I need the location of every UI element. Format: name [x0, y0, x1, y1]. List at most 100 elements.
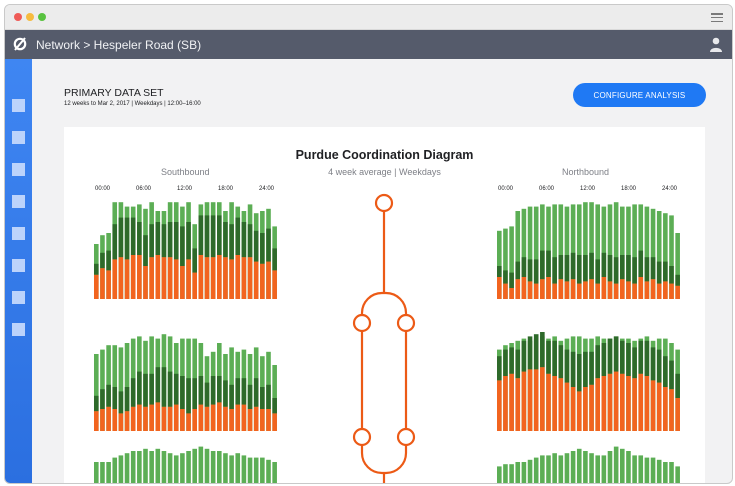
- bar-orange-segment: [663, 281, 668, 299]
- bar-orange-segment: [266, 409, 271, 431]
- bar-orange-segment: [663, 387, 668, 431]
- user-icon[interactable]: [709, 37, 723, 52]
- node-circle: [396, 427, 416, 447]
- bar-dark-segment: [583, 351, 588, 387]
- bar-dark-segment: [100, 389, 105, 409]
- bar-orange-segment: [540, 279, 545, 299]
- bar-dark-segment: [192, 248, 197, 273]
- bar-orange-segment: [223, 257, 228, 299]
- bar-dark-segment: [223, 222, 228, 258]
- bar-orange-segment: [601, 277, 607, 299]
- sidebar-item-1[interactable]: [12, 99, 25, 112]
- bar-orange-segment: [601, 376, 607, 431]
- breadcrumb[interactable]: Network > Hespeler Road (SB): [36, 38, 201, 52]
- bar-orange-segment: [527, 369, 533, 431]
- bar-total: [124, 453, 130, 483]
- bar-dark-segment: [161, 224, 167, 258]
- bar-dark-segment: [112, 224, 118, 260]
- bar-dark-segment: [638, 250, 644, 277]
- bar-orange-segment: [656, 283, 662, 299]
- node-circle: [374, 193, 394, 213]
- bar-orange-segment: [650, 380, 656, 431]
- bar-dark-segment: [515, 349, 521, 379]
- bar-total: [253, 457, 259, 483]
- bar-dark-segment: [669, 266, 674, 284]
- bar-dark-segment: [509, 347, 514, 374]
- bar-total: [186, 451, 191, 483]
- bar-total: [515, 462, 521, 483]
- sidebar-item-6[interactable]: [12, 259, 25, 272]
- sidebar-item-2[interactable]: [12, 131, 25, 144]
- bar-dark-segment: [595, 259, 600, 284]
- dataset-subtitle: 12 weeks to Mar 2, 2017 | Weekdays | 12:…: [64, 101, 201, 107]
- bar-dark-segment: [118, 217, 124, 258]
- close-window-button[interactable]: [14, 13, 22, 21]
- bar-orange-segment: [161, 406, 167, 431]
- bar-total: [229, 455, 234, 483]
- node-circle: [396, 313, 416, 333]
- bar-dark-segment: [192, 378, 197, 409]
- bar-total: [143, 448, 148, 483]
- bar-dark-segment: [613, 257, 619, 284]
- sidebar-item-3[interactable]: [12, 163, 25, 176]
- bar-orange-segment: [149, 257, 154, 299]
- bar-dark-segment: [589, 252, 594, 280]
- bar-total: [130, 451, 136, 483]
- minimize-window-button[interactable]: [26, 13, 34, 21]
- bar-total: [626, 451, 631, 483]
- bar-orange-segment: [192, 272, 197, 299]
- bar-orange-segment: [112, 409, 118, 431]
- bar-orange-segment: [247, 257, 253, 299]
- bar-total: [149, 451, 154, 483]
- bar-orange-segment: [118, 413, 124, 431]
- bar-orange-segment: [595, 283, 600, 299]
- bar-orange-segment: [632, 283, 637, 299]
- bar-orange-segment: [167, 257, 173, 299]
- bar-total: [650, 457, 656, 483]
- bar-total: [552, 453, 557, 483]
- bar-dark-segment: [650, 257, 656, 280]
- sidebar-item-7[interactable]: [12, 291, 25, 304]
- node-circle: [352, 427, 372, 447]
- bar-orange-segment: [180, 266, 185, 299]
- app-logo-icon[interactable]: [12, 36, 28, 52]
- bar-orange-segment: [106, 406, 111, 431]
- bar-total: [118, 455, 124, 483]
- bar-dark-segment: [570, 351, 576, 387]
- app-window: Network > Hespeler Road (SB) PRIMARY DAT…: [4, 4, 733, 484]
- bar-orange-segment: [583, 281, 588, 299]
- bar-dark-segment: [533, 334, 539, 370]
- bar-orange-segment: [229, 259, 234, 299]
- bar-dark-segment: [527, 336, 533, 370]
- bar-orange-segment: [223, 406, 228, 431]
- maximize-window-button[interactable]: [38, 13, 46, 21]
- bar-orange-segment: [515, 378, 521, 431]
- bar-total: [675, 466, 680, 483]
- hamburger-menu-icon[interactable]: [711, 13, 723, 23]
- bar-total: [497, 466, 502, 483]
- bar-dark-segment: [130, 217, 136, 255]
- node-circle: [352, 313, 372, 333]
- bar-dark-segment: [552, 340, 557, 376]
- configure-analysis-button[interactable]: CONFIGURE ANALYSIS: [573, 83, 706, 107]
- bar-total: [180, 453, 185, 483]
- bar-dark-segment: [180, 376, 185, 409]
- bar-total: [173, 455, 179, 483]
- bar-orange-segment: [564, 382, 570, 431]
- bar-total: [100, 462, 105, 483]
- bar-dark-segment: [527, 259, 533, 282]
- bar-orange-segment: [112, 259, 118, 299]
- bar-orange-segment: [143, 266, 148, 299]
- bar-orange-segment: [546, 277, 551, 299]
- bar-orange-segment: [272, 270, 277, 299]
- bar-orange-segment: [100, 409, 105, 431]
- sidebar-item-8[interactable]: [12, 323, 25, 336]
- bar-dark-segment: [509, 272, 514, 288]
- sidebar-item-5[interactable]: [12, 227, 25, 240]
- bar-dark-segment: [253, 230, 259, 262]
- sidebar-item-4[interactable]: [12, 195, 25, 208]
- bar-orange-segment: [155, 402, 161, 431]
- bar-dark-segment: [204, 382, 210, 407]
- bar-orange-segment: [143, 406, 148, 431]
- bar-dark-segment: [272, 248, 277, 271]
